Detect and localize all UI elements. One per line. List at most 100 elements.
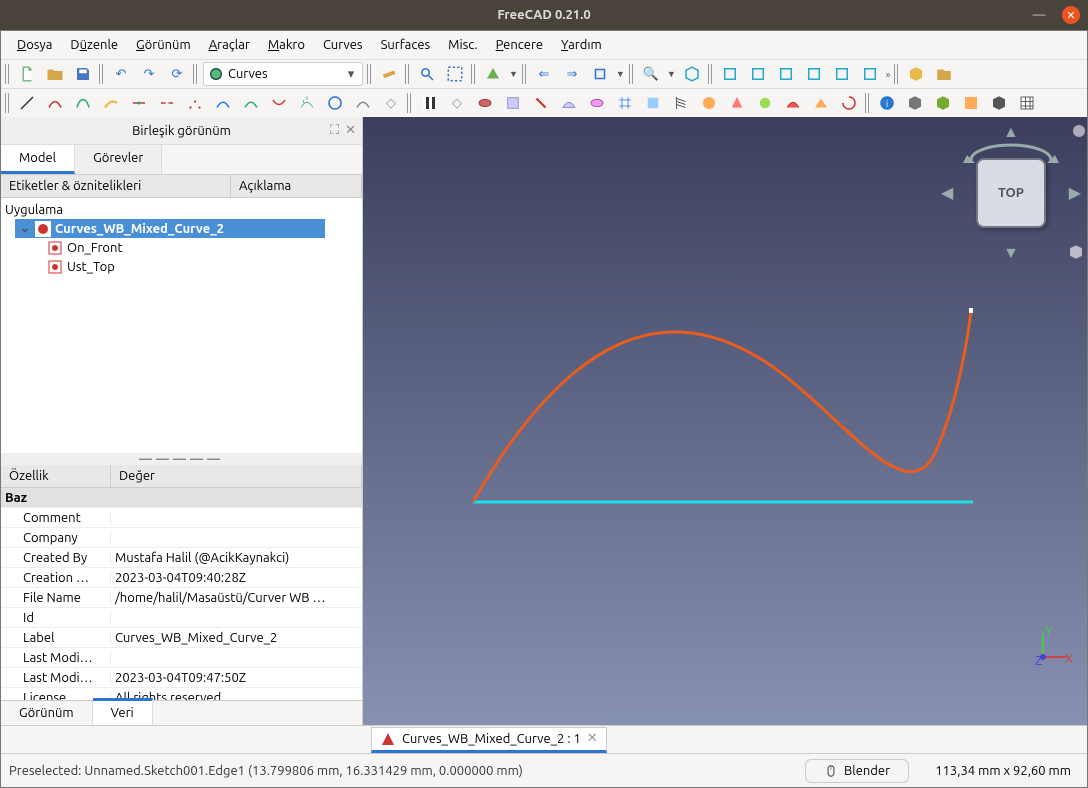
discretize-icon[interactable] (183, 91, 207, 115)
reflect-lines-icon[interactable] (697, 91, 721, 115)
trim-face-icon[interactable]: ◇ (379, 91, 403, 115)
nav-fwd-icon[interactable]: ⇒ (560, 62, 584, 86)
tree-document[interactable]: ⌄ Curves_WB_Mixed_Curve_2 (15, 219, 325, 238)
group-icon[interactable] (932, 62, 956, 86)
property-header-val[interactable]: Değer (111, 465, 362, 487)
toolbar-grip[interactable] (471, 64, 477, 84)
fit-all-icon[interactable] (415, 62, 439, 86)
left-view-icon[interactable] (858, 62, 882, 86)
toolbar-grip[interactable] (894, 64, 900, 84)
extract-subshape-icon[interactable] (931, 91, 955, 115)
menu-duzenle[interactable]: Düzenle (62, 34, 126, 56)
solid-icon[interactable] (903, 91, 927, 115)
blend-curve-icon[interactable] (267, 91, 291, 115)
expand-icon[interactable]: ⛶ (330, 123, 339, 138)
close-panel-icon[interactable]: ✕ (345, 123, 356, 138)
menu-makro[interactable]: Makro (260, 34, 313, 56)
property-row[interactable]: File Name/home/halil/Masaüstü/Curver WB … (1, 588, 362, 608)
front-view-icon[interactable] (718, 62, 742, 86)
property-row[interactable]: Company (1, 528, 362, 548)
tree-item[interactable]: Ust_Top (1, 257, 362, 276)
open-file-icon[interactable] (43, 62, 67, 86)
pipeshell-icon[interactable] (585, 91, 609, 115)
menu-surfaces[interactable]: Surfaces (373, 34, 439, 56)
toolbar-grip[interactable] (522, 64, 528, 84)
approximate-icon[interactable] (211, 91, 235, 115)
undo-icon[interactable]: ↶ (109, 62, 133, 86)
link-icon[interactable] (588, 62, 612, 86)
3d-viewport[interactable]: ▲ ▼ ◀ ▶ TOP Y X Z (363, 117, 1087, 725)
top-view-icon[interactable] (746, 62, 770, 86)
splitter-handle[interactable]: ————— (1, 453, 362, 465)
rear-view-icon[interactable] (802, 62, 826, 86)
toolbar-grip[interactable] (708, 64, 714, 84)
curve-on-surface-icon[interactable] (323, 91, 347, 115)
profile-support-icon[interactable] (557, 91, 581, 115)
nav-right-icon[interactable]: ▶ (1069, 183, 1081, 202)
interpolate-icon[interactable] (239, 91, 263, 115)
segment-surface-icon[interactable] (641, 91, 665, 115)
refresh-icon[interactable]: ⟳ (165, 62, 189, 86)
toolbar-grip[interactable] (193, 64, 199, 84)
fit-selection-icon[interactable] (443, 62, 467, 86)
grid-icon[interactable] (1015, 91, 1039, 115)
nav-left-icon[interactable]: ◀ (941, 183, 953, 202)
chevron-down-icon[interactable]: ▼ (509, 69, 518, 79)
property-row[interactable]: LabelCurves_WB_Mixed_Curve_2 (1, 628, 362, 648)
flatten-face-icon[interactable] (809, 91, 833, 115)
toolbar-grip[interactable] (407, 93, 413, 113)
gordon-surface-icon[interactable] (613, 91, 637, 115)
mdi-tab[interactable]: Curves_WB_Mixed_Curve_2 : 1 ✕ (371, 727, 607, 753)
edit-curve-icon[interactable] (43, 91, 67, 115)
menu-curves[interactable]: Curves (315, 34, 371, 56)
toolbar-grip[interactable] (99, 64, 105, 84)
tab-model[interactable]: Model (1, 145, 75, 174)
chevron-right-icon[interactable]: » (886, 69, 891, 80)
right-view-icon[interactable] (774, 62, 798, 86)
sketch-on-surface-icon[interactable] (501, 91, 525, 115)
close-tab-icon[interactable]: ✕ (587, 731, 598, 746)
nav-mini-cube-icon[interactable] (1067, 243, 1085, 261)
menu-misc[interactable]: Misc. (440, 34, 485, 56)
new-file-icon[interactable] (15, 62, 39, 86)
toolbar-grip[interactable] (629, 64, 635, 84)
property-row[interactable]: LicenseAll rights reserved (1, 688, 362, 700)
trim-icon[interactable]: ◇ (445, 91, 469, 115)
line-tool-icon[interactable] (15, 91, 39, 115)
bottom-view-icon[interactable] (830, 62, 854, 86)
paramcomb-icon[interactable] (959, 91, 983, 115)
menu-araclar[interactable]: Araçlar (201, 34, 258, 56)
workbench-selector[interactable]: Curves ▾ (203, 62, 363, 86)
property-body[interactable]: Baz Comment Company Created ByMustafa Ha… (1, 488, 362, 700)
close-button[interactable]: ✕ (1062, 6, 1080, 24)
property-row[interactable]: Last Modi…2023-03-04T09:47:50Z (1, 668, 362, 688)
extend-curve-icon[interactable] (99, 91, 123, 115)
tab-view[interactable]: Görünüm (1, 701, 93, 725)
toolbar-grip[interactable] (5, 64, 11, 84)
property-row[interactable]: Id (1, 608, 362, 628)
nav-config-icon[interactable] (1073, 125, 1085, 137)
minimize-button[interactable]: — (1030, 6, 1048, 24)
tree-header-labels[interactable]: Etiketler & öznitelikleri (1, 175, 231, 197)
tree-header-desc[interactable]: Açıklama (231, 175, 362, 197)
mixed-curve-icon[interactable] (71, 91, 95, 115)
nav-cube-face[interactable]: TOP (976, 158, 1046, 228)
draw-style-icon[interactable] (481, 62, 505, 86)
menu-gorunum[interactable]: Görünüm (128, 34, 199, 56)
nav-back-icon[interactable]: ⇐ (532, 62, 556, 86)
property-row[interactable]: Creation …2023-03-04T09:40:28Z (1, 568, 362, 588)
iso-view-icon[interactable] (680, 62, 704, 86)
tree-root[interactable]: Uygulama (1, 200, 362, 219)
zebra-icon[interactable] (417, 91, 441, 115)
nav-down-icon[interactable]: ▼ (1003, 244, 1019, 263)
info-icon[interactable]: i (875, 91, 899, 115)
iso-curve-icon[interactable] (473, 91, 497, 115)
toolbar-grip[interactable] (405, 64, 411, 84)
comb-plot-icon[interactable] (295, 91, 319, 115)
zebra-tool-icon[interactable] (351, 91, 375, 115)
menu-dosya[interactable]: Dosya (9, 34, 60, 56)
rotate-sweep-icon[interactable] (837, 91, 861, 115)
sketch-spline[interactable] (473, 312, 971, 502)
property-row[interactable]: Created ByMustafa Halil (@AcikKaynakci) (1, 548, 362, 568)
property-row[interactable]: Last Modi… (1, 648, 362, 668)
